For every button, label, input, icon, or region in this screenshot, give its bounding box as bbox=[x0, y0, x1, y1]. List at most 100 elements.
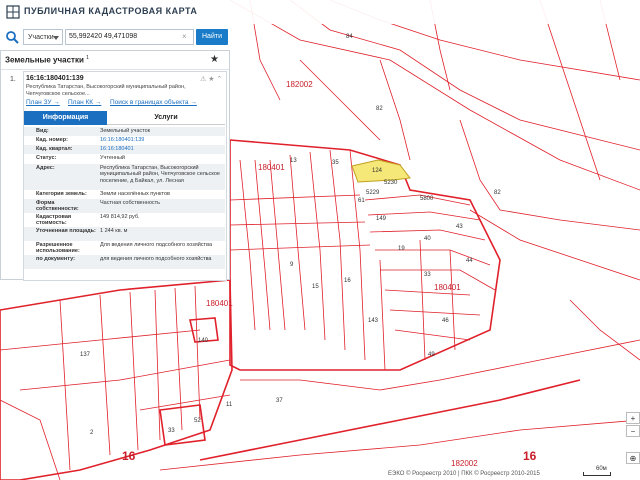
quarter-label: 182002 bbox=[286, 80, 313, 89]
plan-kk-link[interactable]: План КК → bbox=[68, 99, 101, 106]
row-label: Уточненная площадь: bbox=[36, 228, 96, 234]
row-value-link[interactable]: 16:16:180401 bbox=[100, 146, 220, 152]
table-row: Форма собственности: Частная собственнос… bbox=[24, 199, 225, 213]
plot-label: 124 bbox=[372, 168, 383, 174]
card-action-icons[interactable]: ⚠ ★ ⌃ bbox=[200, 75, 222, 83]
quarter-label: 180401 bbox=[206, 299, 233, 308]
quarter-label: 180401 bbox=[434, 283, 461, 292]
plot-label: 46 bbox=[442, 318, 449, 324]
row-label: Разрешенное использование: bbox=[36, 242, 80, 255]
search-input[interactable]: 55,992420 49,471098 bbox=[65, 29, 194, 45]
plot-label: 52 bbox=[194, 418, 201, 424]
result-index: 1. bbox=[10, 76, 16, 83]
plot-label: 137 bbox=[80, 352, 91, 358]
row-label: Адрес: bbox=[36, 165, 55, 171]
plot-label: 82 bbox=[376, 106, 383, 112]
chevron-down-icon bbox=[53, 36, 59, 40]
table-row: по документу: для ведения личного подсоб… bbox=[24, 255, 225, 269]
map-footer: ЕЭКО © Росреестр 2010 | ПКК © Росреестр … bbox=[254, 466, 640, 480]
row-label: Кад. номер: bbox=[36, 137, 68, 143]
panel-header: Земельные участки 1 bbox=[1, 51, 229, 70]
plot-label: 16 bbox=[523, 449, 537, 463]
results-panel: Земельные участки 1 ★ 1. 16:16:180401:13… bbox=[0, 50, 230, 281]
plot-label: 5800 bbox=[420, 196, 434, 202]
row-label: Кад. квартал: bbox=[36, 146, 73, 152]
row-value: Земельный участок bbox=[100, 128, 151, 134]
zoom-out-button[interactable]: − bbox=[626, 425, 640, 437]
table-row: Кадастровая стоимость: 149 814,92 руб. bbox=[24, 213, 225, 227]
table-row: Уточненная площадь: 1 244 кв. м bbox=[24, 227, 225, 241]
row-label: Статус: bbox=[36, 155, 57, 161]
row-label: Вид: bbox=[36, 128, 49, 134]
plot-label: 49 bbox=[428, 352, 435, 358]
plot-label: 13 bbox=[290, 158, 297, 164]
plot-label: 35 bbox=[332, 160, 339, 166]
tab-information[interactable]: Информация bbox=[24, 111, 107, 125]
tab-services[interactable]: Услуги bbox=[107, 111, 225, 125]
plot-label: 61 bbox=[358, 198, 365, 204]
search-type-value: Участки bbox=[28, 34, 54, 41]
plot-label: 37 bbox=[276, 398, 283, 404]
plot-label: 140 bbox=[198, 338, 209, 344]
row-value: для ведения личного подсобного хозяйства bbox=[100, 256, 212, 262]
table-row: Адрес: Республика Татарстан, Высокогорск… bbox=[24, 164, 225, 190]
plot-label: 149 bbox=[376, 216, 387, 222]
row-label: Категория земель: bbox=[36, 191, 87, 197]
row-value: 1 244 кв. м bbox=[100, 228, 128, 234]
plot-label: 143 bbox=[368, 318, 379, 324]
table-row: Кад. квартал: 16:16:180401 bbox=[24, 145, 225, 154]
row-label: Кадастровая стоимость: bbox=[36, 214, 72, 227]
panel-title-text: Земельные участки bbox=[5, 55, 84, 65]
row-label: Форма собственности: bbox=[36, 200, 79, 213]
plot-label: 44 bbox=[466, 258, 473, 264]
result-address: Республика Татарстан, Высокогорский муни… bbox=[26, 84, 186, 97]
row-value: 149 814,92 руб. bbox=[100, 214, 140, 220]
plot-label: 11 bbox=[226, 402, 233, 408]
table-row: Категория земель: Земли населённых пункт… bbox=[24, 190, 225, 199]
row-label: по документу: bbox=[36, 256, 75, 262]
plot-label: 16 bbox=[122, 449, 136, 463]
app-title: ПУБЛИЧНАЯ КАДАСТРОВАЯ КАРТА bbox=[24, 6, 198, 16]
row-value: Земли населённых пунктов bbox=[100, 191, 170, 197]
plot-label: 16 bbox=[344, 278, 351, 284]
zoom-in-button[interactable]: + bbox=[626, 412, 640, 424]
table-row: Кад. номер: 16:16:180401:139 bbox=[24, 136, 225, 145]
search-icon[interactable] bbox=[5, 30, 19, 44]
row-value: Частная собственность bbox=[100, 200, 161, 206]
plot-label: 84 bbox=[346, 34, 353, 40]
plot-label: 33 bbox=[168, 428, 175, 434]
zoom-extra-button[interactable]: ⊕ bbox=[626, 452, 640, 464]
result-cad-number[interactable]: 16:16:180401:139 bbox=[26, 75, 84, 82]
table-row: Разрешенное использование: Для ведения л… bbox=[24, 241, 225, 255]
result-card[interactable]: 1. 16:16:180401:139 Республика Татарстан… bbox=[10, 71, 227, 281]
copyright-text: ЕЭКО © Росреестр 2010 | ПКК © Росреестр … bbox=[388, 471, 540, 477]
table-row: Вид: Земельный участок bbox=[24, 127, 225, 136]
row-value: Республика Татарстан, Высокогорский муни… bbox=[100, 165, 220, 184]
search-bar: Участки 55,992420 49,471098 × Найти bbox=[0, 26, 230, 48]
clear-icon[interactable]: × bbox=[182, 32, 187, 42]
plot-label: 33 bbox=[424, 272, 431, 278]
table-row: Статус: Учтенный bbox=[24, 154, 225, 164]
scale-bar bbox=[583, 472, 611, 476]
plot-label: 40 bbox=[424, 236, 431, 242]
plot-label: 19 bbox=[398, 246, 405, 252]
find-button[interactable]: Найти bbox=[196, 29, 228, 45]
scale-label: 60м bbox=[596, 466, 607, 472]
panel-title: Земельные участки 1 bbox=[5, 55, 89, 65]
row-value: Для ведения личного подсобного хозяйства bbox=[100, 242, 212, 248]
plot-label: 15 bbox=[312, 284, 319, 290]
plot-label: 5230 bbox=[384, 180, 398, 186]
search-type-select[interactable]: Участки bbox=[23, 29, 63, 45]
result-count: 1 bbox=[86, 55, 89, 61]
app-header: ПУБЛИЧНАЯ КАДАСТРОВАЯ КАРТА bbox=[0, 0, 640, 24]
row-value-link[interactable]: 16:16:180401:139 bbox=[100, 137, 220, 143]
plot-label: 82 bbox=[494, 190, 501, 196]
plot-label: 5229 bbox=[366, 190, 380, 196]
search-in-bounds-link[interactable]: Поиск в границах объекта → bbox=[110, 99, 197, 106]
plot-label: 43 bbox=[456, 224, 463, 230]
row-value: Учтенный bbox=[100, 155, 125, 161]
favorite-star-icon[interactable]: ★ bbox=[210, 54, 224, 68]
quarter-label: 180401 bbox=[258, 163, 285, 172]
plan-zu-link[interactable]: План ЗУ → bbox=[26, 99, 60, 106]
app-logo-icon bbox=[6, 5, 20, 19]
